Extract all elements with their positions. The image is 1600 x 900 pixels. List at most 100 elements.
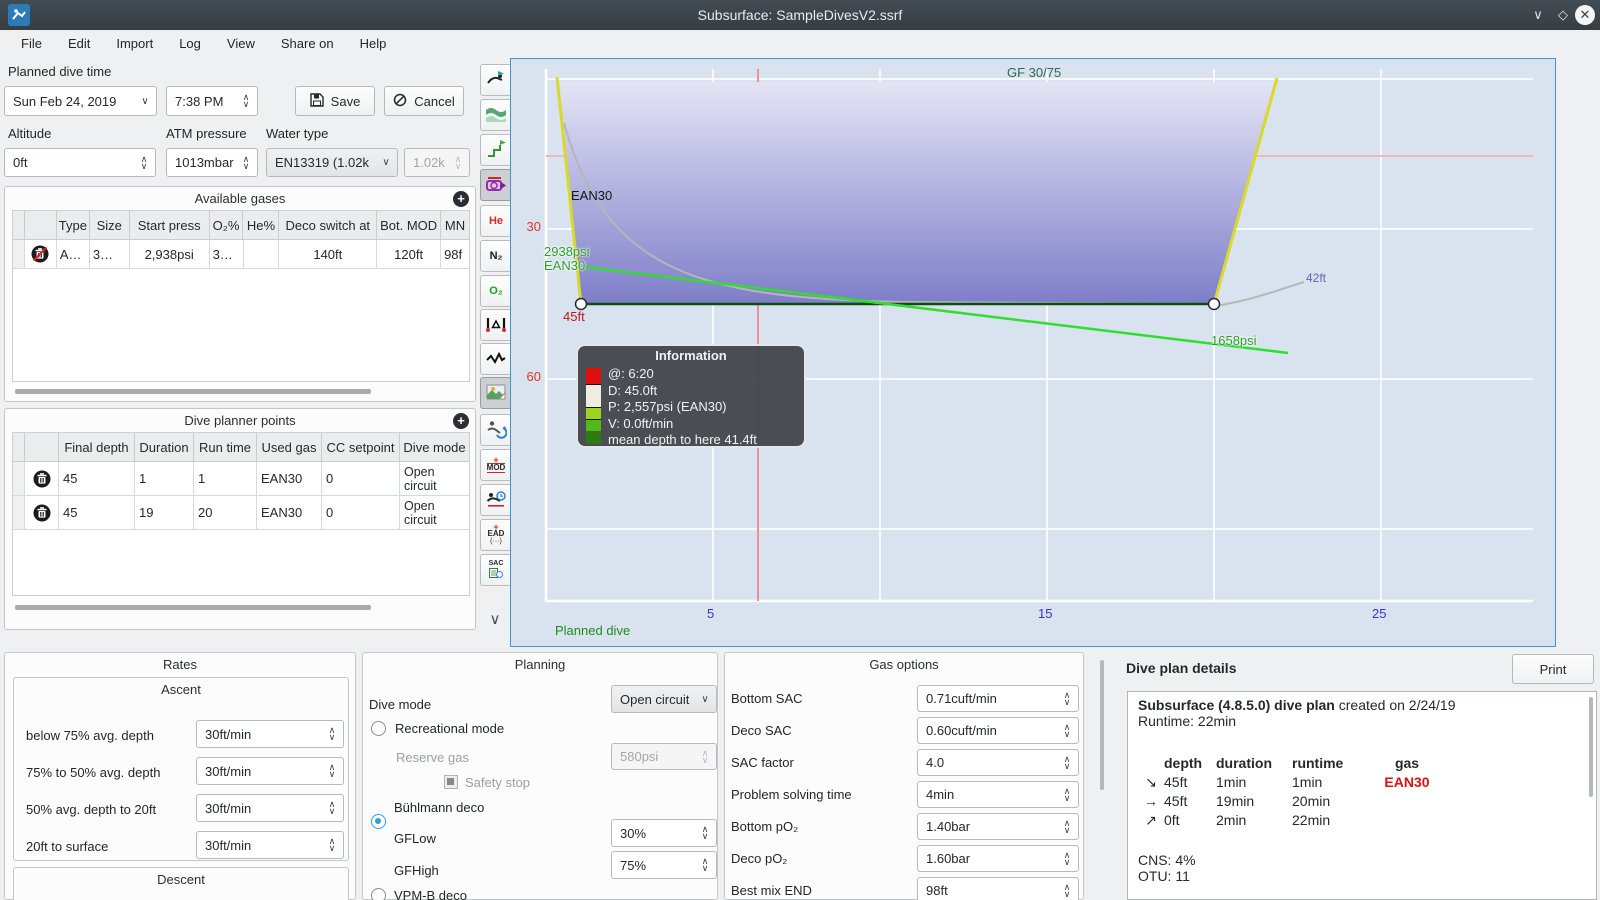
he-graph-toggle[interactable]: He [480, 205, 512, 237]
rate-spinner[interactable]: 30ft/min ∧ ∨ [196, 831, 344, 859]
spinner-arrows[interactable]: ∧ ∨ [324, 726, 340, 742]
add-gas-button[interactable]: + [453, 191, 469, 207]
water-type-combo[interactable]: EN13319 (1.02k ∨ [266, 148, 398, 177]
add-point-button[interactable]: + [453, 413, 469, 429]
toolbar-collapse-button[interactable]: ∨ [483, 610, 507, 630]
spinner-arrows[interactable]: ∧ ∨ [1059, 722, 1075, 738]
gas-he[interactable] [243, 240, 280, 269]
spinner-arrows[interactable]: ∧ ∨ [1059, 786, 1075, 802]
gas-mnd[interactable]: 98f [441, 240, 469, 269]
point-dive-mode[interactable]: Open circuit [400, 462, 469, 496]
mod-toggle[interactable]: + MOD [480, 449, 512, 481]
dive-time-spinner[interactable]: 7:38 PM ∧ ∨ [166, 86, 258, 116]
problem-solving-time-spinner[interactable]: 4min ∧ ∨ [917, 781, 1079, 808]
point-duration[interactable]: 1 [135, 462, 194, 496]
profile-handle[interactable] [574, 297, 588, 311]
col-start-press[interactable]: Start press [129, 211, 210, 240]
spinner-arrows[interactable]: ∧ ∨ [238, 93, 254, 109]
sac-toggle[interactable]: SAC [480, 554, 512, 586]
gas-type[interactable]: A… [56, 240, 90, 269]
delete-point-icon[interactable] [25, 462, 59, 496]
spinner-arrows[interactable]: ∧ ∨ [324, 837, 340, 853]
plan-text-vscrollbar[interactable] [1589, 697, 1593, 797]
spinner-arrows[interactable]: ∧ ∨ [1059, 754, 1075, 770]
deco-po2-spinner[interactable]: 1.60bar ∧ ∨ [917, 845, 1079, 872]
col-he[interactable]: He% [243, 211, 280, 240]
points-hscrollbar[interactable] [15, 605, 371, 610]
ead-toggle[interactable]: + EAD (···) [480, 519, 512, 551]
bottom-po2-spinner[interactable]: 1.40bar ∧ ∨ [917, 813, 1079, 840]
setpoint-toggle[interactable] [480, 169, 512, 201]
diver-recycle-toggle[interactable] [480, 414, 512, 446]
rate-spinner[interactable]: 30ft/min ∧ ∨ [196, 794, 344, 822]
gas-deco-switch[interactable]: 140ft [279, 240, 378, 269]
col-cc-setpoint[interactable]: CC setpoint [322, 433, 400, 462]
point-row[interactable]: 45 19 20 EAN30 0 Open circuit [13, 496, 469, 530]
ruler-toggle[interactable] [480, 309, 512, 341]
point-row[interactable]: 45 1 1 EAN30 0 Open circuit [13, 462, 469, 496]
save-button[interactable]: Save [295, 86, 375, 116]
gas-row[interactable]: A… 3… 2,938psi 3… 140ft 120ft 98f [13, 240, 469, 269]
buhlmann-deco-radio[interactable] [371, 814, 386, 829]
col-size[interactable]: Size [89, 211, 130, 240]
rate-spinner[interactable]: 30ft/min ∧ ∨ [196, 720, 344, 748]
point-used-gas[interactable]: EAN30 [257, 462, 322, 496]
delete-gas-icon[interactable] [24, 240, 57, 269]
recreational-mode-radio[interactable] [371, 721, 386, 736]
profile-dive-computer-toggle[interactable] [480, 64, 512, 96]
spinner-arrows[interactable]: ∧ ∨ [1059, 818, 1075, 834]
spinner-arrows[interactable]: ∧ ∨ [697, 825, 713, 841]
route-toggle[interactable] [480, 134, 512, 166]
menu-view[interactable]: View [214, 36, 268, 51]
delete-point-icon[interactable] [25, 496, 59, 530]
gfhigh-spinner[interactable]: 75% ∧ ∨ [611, 851, 717, 879]
profile-handle[interactable] [1207, 297, 1221, 311]
maximize-button[interactable]: ◇ [1553, 5, 1573, 25]
gas-size[interactable]: 3… [89, 240, 130, 269]
col-mnd[interactable]: MN [441, 211, 469, 240]
col-o2[interactable]: O₂% [209, 211, 244, 240]
vpmb-deco-radio[interactable] [371, 888, 386, 900]
point-final-depth[interactable]: 45 [59, 462, 135, 496]
altitude-spinner[interactable]: 0ft ∧ ∨ [4, 148, 156, 177]
menu-share-on[interactable]: Share on [268, 36, 347, 51]
col-type[interactable]: Type [56, 211, 90, 240]
spinner-arrows[interactable]: ∧ ∨ [324, 800, 340, 816]
col-bot-mod[interactable]: Bot. MOD [377, 211, 442, 240]
spinner-arrows[interactable]: ∧ ∨ [238, 154, 254, 170]
gas-start-press[interactable]: 2,938psi [129, 240, 210, 269]
point-cc-setpoint[interactable]: 0 [322, 462, 400, 496]
safety-stop-checkbox[interactable] [444, 775, 458, 789]
gases-hscrollbar[interactable] [15, 389, 371, 394]
gflow-spinner[interactable]: 30% ∧ ∨ [611, 819, 717, 847]
spinner-arrows[interactable]: ∧ ∨ [1059, 850, 1075, 866]
gas-o2[interactable]: 3… [209, 240, 244, 269]
menu-log[interactable]: Log [166, 36, 214, 51]
point-final-depth[interactable]: 45 [59, 496, 135, 530]
menu-help[interactable]: Help [347, 36, 400, 51]
print-button[interactable]: Print [1512, 654, 1594, 684]
heartrate-toggle[interactable] [480, 343, 512, 375]
spinner-arrows[interactable]: ∧ ∨ [136, 154, 152, 170]
menu-file[interactable]: File [8, 36, 55, 51]
minimize-button[interactable]: ∨ [1528, 5, 1548, 25]
cancel-button[interactable]: Cancel [384, 86, 464, 116]
point-run-time[interactable]: 20 [194, 496, 257, 530]
col-final-depth[interactable]: Final depth [59, 433, 135, 462]
dive-mode-combo[interactable]: Open circuit ∨ [611, 685, 717, 713]
point-run-time[interactable]: 1 [194, 462, 257, 496]
o2-graph-toggle[interactable]: O₂ [480, 275, 512, 307]
deco-sac-spinner[interactable]: 0.60cuft/min ∧ ∨ [917, 717, 1079, 744]
col-used-gas[interactable]: Used gas [257, 433, 322, 462]
dive-date-combo[interactable]: Sun Feb 24, 2019 ∨ [4, 86, 157, 116]
gas-bot-mod[interactable]: 120ft [377, 240, 442, 269]
dive-plan-text[interactable]: Subsurface (4.8.5.0) dive plan created o… [1127, 691, 1597, 900]
col-run-time[interactable]: Run time [194, 433, 257, 462]
photos-toggle[interactable] [480, 377, 512, 409]
point-cc-setpoint[interactable]: 0 [322, 496, 400, 530]
spinner-arrows[interactable]: ∧ ∨ [324, 763, 340, 779]
rate-spinner[interactable]: 30ft/min ∧ ∨ [196, 757, 344, 785]
sac-factor-spinner[interactable]: 4.0 ∧ ∨ [917, 749, 1079, 776]
spinner-arrows[interactable]: ∧ ∨ [697, 857, 713, 873]
point-dive-mode[interactable]: Open circuit [400, 496, 469, 530]
